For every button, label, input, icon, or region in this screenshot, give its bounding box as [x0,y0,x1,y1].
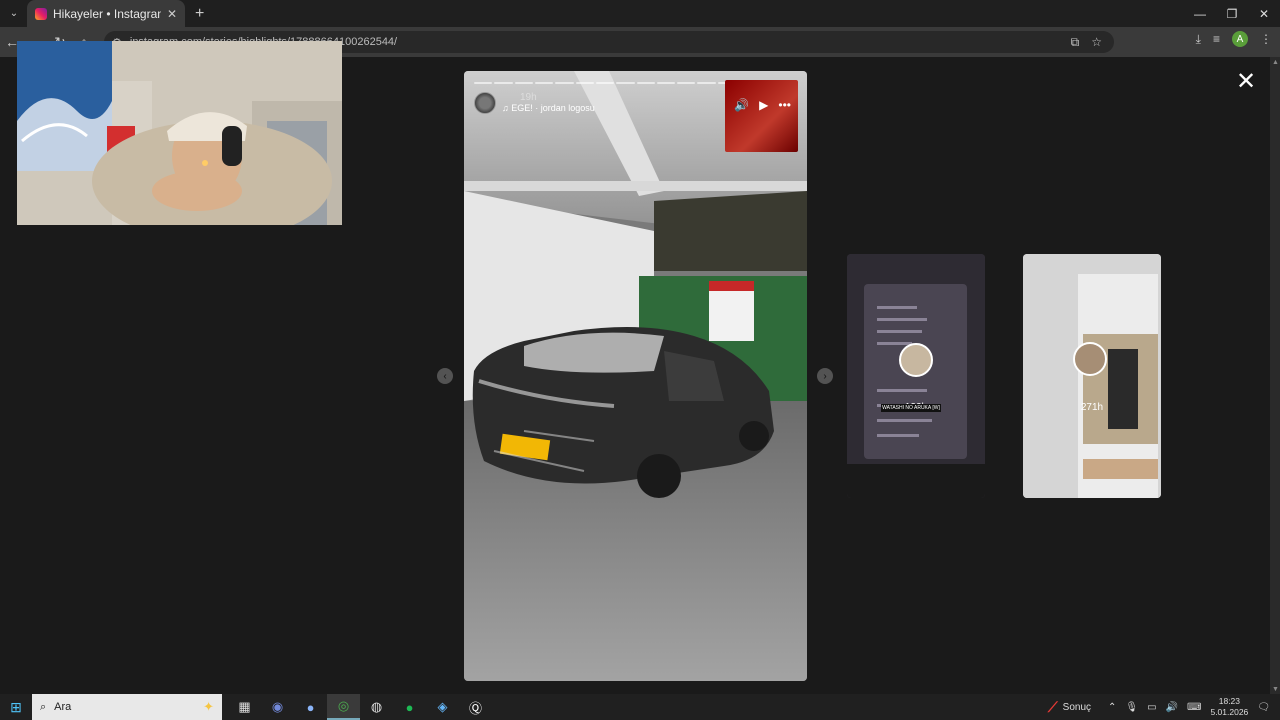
sonuc-widget[interactable]: ⟋ Sonuç [1048,699,1091,716]
progress-segment [494,82,513,84]
preview-2-time: 271h [1080,402,1104,413]
preview-1-avatar [899,343,933,377]
profile-avatar[interactable]: A [1232,31,1248,47]
tray-chevron-icon[interactable]: ⌃ [1108,702,1116,713]
download-icon[interactable]: ⤓ [1196,32,1201,47]
story-author-avatar[interactable] [474,92,496,114]
notification-icon[interactable]: 🗨 [1257,702,1270,713]
restore-button[interactable]: ❐ [1216,0,1248,27]
progress-segment [697,82,716,84]
preview-image-2 [1023,254,1161,498]
story-preview-1[interactable]: 122h WATASHI NO ARUKA [W] [847,254,985,498]
app-game-icon[interactable]: ◈ [426,694,459,720]
preview-2-avatar [1073,342,1107,376]
scroll-down-icon[interactable]: ▼ [1272,686,1279,693]
story-song[interactable]: EGE! · jordan logosu [511,103,595,113]
clock-date: 5.01.2026 [1210,707,1249,717]
progress-segment [534,82,554,84]
music-thumbnail [725,80,798,152]
new-tab-button[interactable]: + [195,5,204,23]
search-icon: ⌕ [40,700,47,713]
obs-icon[interactable]: ◍ [360,694,393,720]
volume-icon[interactable]: 🔊 [1166,702,1178,713]
taskbar: ⊞ ⌕ Ara ✦ ▦ ◉ ● ◎ ◍ ● ◈ Ⓠ ⟋ Sonuç ⌃ 🎙 ▭ … [0,694,1280,720]
minimize-button[interactable]: — [1184,0,1216,27]
windows-start-icon[interactable]: ⊞ [0,699,32,716]
media-controls-icon[interactable]: ≡ [1213,32,1220,46]
keyboard-icon[interactable]: ⌨ [1187,702,1201,713]
next-story-icon[interactable]: › [817,368,833,384]
progress-segment [616,82,635,84]
play-icon[interactable]: ▶ [759,98,768,112]
sonuc-label: Sonuç [1062,701,1092,713]
tab-bar: ⌄ Hikayeler • Instagram ✕ + — ❐ ✕ [0,0,1280,27]
close-story-icon[interactable]: ✕ [1236,70,1256,94]
progress-segment [555,82,574,84]
progress-segment [677,82,696,84]
app-blue-icon[interactable]: ● [294,694,327,720]
story-time: 19h [520,92,537,103]
tab-close-icon[interactable]: ✕ [167,7,177,21]
cast-icon[interactable]: ⧉ [1071,35,1080,50]
chrome-icon[interactable]: ◎ [327,694,360,720]
copilot-sparkle-icon: ✦ [203,699,214,714]
page-scrollbar[interactable]: ▲ ▼ [1270,57,1280,694]
app-q-icon[interactable]: Ⓠ [459,694,492,720]
system-tray: ⟋ Sonuç ⌃ 🎙 ▭ 🔊 ⌨ 18:23 5.01.2026 🗨 [1048,694,1280,720]
webcam-overlay [17,41,342,225]
story-viewer[interactable]: 19h ♫ EGE! · jordan logosu 🔊 ▶ ••• [464,71,807,681]
story-header: 19h ♫ EGE! · jordan logosu [474,92,595,114]
window-controls: — ❐ ✕ [1184,0,1280,27]
progress-segment [514,82,533,84]
discord-icon[interactable]: ◉ [261,694,294,720]
mute-icon[interactable]: 🔊 [734,98,749,112]
task-view-icon[interactable]: ▦ [228,694,261,720]
sonuc-logo-icon: ⟋ [1047,698,1058,715]
progress-segment [656,82,676,84]
close-window-button[interactable]: ✕ [1248,0,1280,27]
clock[interactable]: 18:23 5.01.2026 [1210,696,1248,718]
clock-time: 18:23 [1218,696,1241,706]
story-preview-2[interactable]: 271h [1023,254,1161,498]
microphone-icon[interactable]: 🎙 [1125,702,1138,713]
progress-segment [575,82,594,84]
scroll-up-icon[interactable]: ▲ [1272,59,1279,66]
taskbar-search[interactable]: ⌕ Ara ✦ [32,694,222,720]
progress-segment [474,82,493,84]
spotify-icon[interactable]: ● [393,694,426,720]
bookmark-star-icon[interactable]: ☆ [1091,35,1102,50]
tab-instagram[interactable]: Hikayeler • Instagram ✕ [27,0,185,27]
story-image [464,71,807,681]
previous-story-icon[interactable]: ‹ [437,368,453,384]
chrome-menu-icon[interactable]: ⋮ [1260,32,1272,46]
instagram-icon [35,7,47,20]
more-options-icon[interactable]: ••• [778,98,791,112]
music-note-icon: ♫ [502,103,512,113]
progress-segment [636,82,655,84]
tab-search-menu-icon[interactable]: ⌄ [5,5,23,23]
network-icon[interactable]: ▭ [1147,702,1156,713]
tab-title: Hikayeler • Instagram [53,6,161,21]
preview-1-subtitle: WATASHI NO ARUKA [W] [881,404,941,412]
search-placeholder: Ara [54,701,72,713]
progress-segment [595,82,615,84]
webcam-feed-image [17,41,342,225]
